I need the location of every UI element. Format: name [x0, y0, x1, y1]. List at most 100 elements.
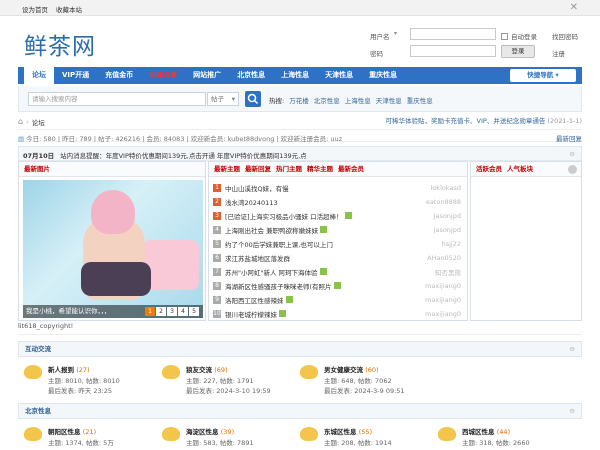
- search-type-select[interactable]: 帖子 ▾: [207, 92, 239, 106]
- chevron-down-icon[interactable]: ▾: [394, 30, 397, 37]
- collapse-icon[interactable]: [568, 165, 577, 174]
- topic-row[interactable]: 7 苏州"小阿虹"新人 阿珂下海体验 知否黑熊: [213, 265, 465, 278]
- topic-row[interactable]: 1 中山山溪找Q妹，有慢 loklokasd: [213, 181, 465, 194]
- nav-item-chongqing[interactable]: 重庆性息: [361, 67, 405, 84]
- search-input[interactable]: 请输入搜索内容: [28, 92, 206, 106]
- topic-author[interactable]: eaton8888: [426, 198, 461, 206]
- pager-item[interactable]: 3: [167, 307, 177, 316]
- tab-featured-topics[interactable]: 精华主题: [307, 162, 333, 177]
- forum-last-post[interactable]: 最后发表: 昨天 23:25: [48, 385, 112, 395]
- quick-nav-button[interactable]: 快捷导航 ▾: [510, 69, 576, 82]
- nav-item-beijing[interactable]: 北京性息: [229, 67, 273, 84]
- topic-row[interactable]: 9 洛阳西工区性感辣妹 maxijiang0: [213, 293, 465, 306]
- topic-row[interactable]: 6 求江苏盐城地区落发群 AHao0520: [213, 251, 465, 264]
- forum-board[interactable]: 海淀区性息 (39) 主题: 583, 帖数: 7891: [162, 423, 300, 449]
- topic-title[interactable]: [已验证]上海实习极品小骚妹 口活超棒！: [225, 211, 343, 221]
- topic-author[interactable]: 知否黑熊: [435, 267, 461, 277]
- set-home-link[interactable]: 设为首页: [22, 4, 48, 14]
- pager-item[interactable]: 2: [156, 307, 166, 316]
- pager-item[interactable]: 5: [189, 307, 199, 316]
- topic-title[interactable]: 上海刚出社会 兼职鸭欲称嫩妹妹: [225, 225, 318, 235]
- password-input[interactable]: [410, 45, 496, 57]
- topic-author[interactable]: maxijiang0: [425, 282, 461, 290]
- tab-active-members[interactable]: 活跃会员: [476, 162, 502, 177]
- topic-author[interactable]: maxijiang0: [425, 310, 461, 318]
- topic-row[interactable]: 3 [已验证]上海实习极品小骚妹 口活超棒！ jasonjpd: [213, 209, 465, 222]
- find-password-link[interactable]: 找回密码: [552, 31, 578, 41]
- section-header-beijing[interactable]: 北京性息 ⊖: [18, 403, 582, 419]
- search-button[interactable]: [245, 91, 261, 107]
- forum-name[interactable]: 西城区性息 (44): [462, 426, 510, 436]
- checkbox-icon[interactable]: [501, 32, 508, 40]
- pager-item[interactable]: 4: [178, 307, 188, 316]
- topic-author[interactable]: AHao0520: [427, 254, 461, 262]
- topic-author[interactable]: hsjj22: [442, 240, 461, 248]
- forum-board[interactable]: 新人报到 (27) 主题: 8010, 帖数: 8010 最后发表: 昨天 23…: [24, 361, 162, 401]
- tab-latest-pictures[interactable]: 最新图片: [24, 162, 50, 177]
- topic-row[interactable]: 2 浅水湾20240113 eaton8888: [213, 195, 465, 208]
- nav-item-recharge[interactable]: 充值金币: [97, 67, 141, 84]
- topic-title[interactable]: 苏州"小阿虹"新人 阿珂下海体验: [225, 267, 318, 277]
- nav-item-shanghai[interactable]: 上海性息: [273, 67, 317, 84]
- topic-author[interactable]: loklokasd: [431, 184, 461, 192]
- topic-author[interactable]: jasonjpd: [434, 226, 461, 234]
- forum-name[interactable]: 海淀区性息 (39): [186, 426, 234, 436]
- forum-board[interactable]: 男女健康交流 (60) 主题: 648, 帖数: 7062 最后发表: 2024…: [300, 361, 438, 401]
- auto-login-checkbox[interactable]: 自动登录: [501, 31, 537, 41]
- forum-last-post[interactable]: 最后发表: 2024-3-9 09:51: [324, 385, 405, 395]
- tab-latest-topics[interactable]: 最新主题: [214, 162, 240, 177]
- topic-author[interactable]: jasonjpd: [434, 212, 461, 220]
- hot-search-item[interactable]: 万花楼: [289, 95, 309, 105]
- announcement-text[interactable]: 站内消息提醒：年度VIP特价优惠期间139元,点击开通 年度VIP特价优惠期间1…: [60, 152, 307, 160]
- topic-row[interactable]: 5 约了个00后学妹兼职上课,也可以上门 hsjj22: [213, 237, 465, 250]
- forum-name[interactable]: 狼友交流 (69): [186, 364, 228, 374]
- forum-name[interactable]: 朝阳区性息 (21): [48, 426, 96, 436]
- pager-item[interactable]: 1: [145, 307, 155, 316]
- forum-board[interactable]: 西城区性息 (44) 主题: 318, 帖数: 2660: [438, 423, 576, 449]
- collapse-icon[interactable]: ⊖: [570, 342, 575, 356]
- topic-title[interactable]: 求江苏盐城地区落发群: [225, 253, 290, 263]
- tab-popular-boards[interactable]: 人气板块: [507, 162, 533, 177]
- forum-name[interactable]: 东城区性息 (55): [324, 426, 372, 436]
- nav-item-tianjin[interactable]: 天津性息: [317, 67, 361, 84]
- forum-name[interactable]: 男女健康交流 (60): [324, 364, 379, 374]
- tab-hot-topics[interactable]: 热门主题: [276, 162, 302, 177]
- hot-search-item[interactable]: 天津性息: [376, 95, 402, 105]
- collapse-icon[interactable]: ⊖: [570, 150, 575, 158]
- forum-board[interactable]: 朝阳区性息 (21) 主题: 1374, 帖数: 5万: [24, 423, 162, 449]
- section-header-interaction[interactable]: 互动交流 ⊖: [18, 341, 582, 357]
- nav-item-vip[interactable]: VIP开通: [54, 67, 97, 84]
- topic-title[interactable]: 约了个00后学妹兼职上课,也可以上门: [225, 239, 333, 249]
- latest-replies-link[interactable]: 最新回复: [556, 133, 582, 143]
- forum-board[interactable]: 东城区性息 (55) 主题: 208, 帖数: 1914: [300, 423, 438, 449]
- collapse-icon[interactable]: ⊖: [570, 404, 575, 418]
- tab-new-members[interactable]: 最新会员: [338, 162, 364, 177]
- close-icon[interactable]: ✕: [570, 2, 578, 13]
- topic-author[interactable]: maxijiang0: [425, 296, 461, 304]
- hot-search-item[interactable]: 重庆性息: [407, 95, 433, 105]
- breadcrumb-current[interactable]: 论坛: [32, 117, 45, 127]
- topic-row[interactable]: 10 银川老城柠檬辣妹 maxijiang0: [213, 307, 465, 320]
- site-notice[interactable]: 可稀华体验贴，奖励卡充值卡、VIP、并送纪念勋章通告 (2021-1-1): [386, 115, 582, 125]
- topic-title[interactable]: 银川老城柠檬辣妹: [225, 309, 277, 319]
- bookmark-link[interactable]: 收藏本站: [56, 4, 82, 14]
- username-input[interactable]: [410, 28, 496, 40]
- nav-item-local-must-see[interactable]: 同城必看: [141, 67, 185, 84]
- topic-title[interactable]: 中山山溪找Q妹，有慢: [225, 183, 289, 193]
- topic-row[interactable]: 8 海湖新区性感骚孩子咪咪老师(有照片 maxijiang0: [213, 279, 465, 292]
- nav-item-promotion[interactable]: 网站推广: [185, 67, 229, 84]
- hot-search-item[interactable]: 北京性息: [314, 95, 340, 105]
- tab-latest-replies[interactable]: 最新回复: [245, 162, 271, 177]
- hot-search-item[interactable]: 上海性息: [345, 95, 371, 105]
- register-link[interactable]: 注册: [552, 48, 565, 58]
- topic-row[interactable]: 4 上海刚出社会 兼职鸭欲称嫩妹妹 jasonjpd: [213, 223, 465, 236]
- site-logo[interactable]: 鲜茶网: [24, 27, 96, 61]
- featured-photo[interactable]: 我是小桃，希望能认识你，，， 1 2 3 4 5: [23, 180, 203, 318]
- forum-last-post[interactable]: 最后发表: 2024-3-10 19:59: [186, 385, 271, 395]
- home-icon[interactable]: ⌂: [18, 117, 23, 126]
- forum-board[interactable]: 狼友交流 (69) 主题: 227, 帖数: 1791 最后发表: 2024-3…: [162, 361, 300, 401]
- topic-title[interactable]: 洛阳西工区性感辣妹: [225, 295, 284, 305]
- forum-name[interactable]: 新人报到 (27): [48, 364, 90, 374]
- login-button[interactable]: 登录: [501, 45, 535, 58]
- nav-item-forum[interactable]: 论坛: [24, 67, 54, 84]
